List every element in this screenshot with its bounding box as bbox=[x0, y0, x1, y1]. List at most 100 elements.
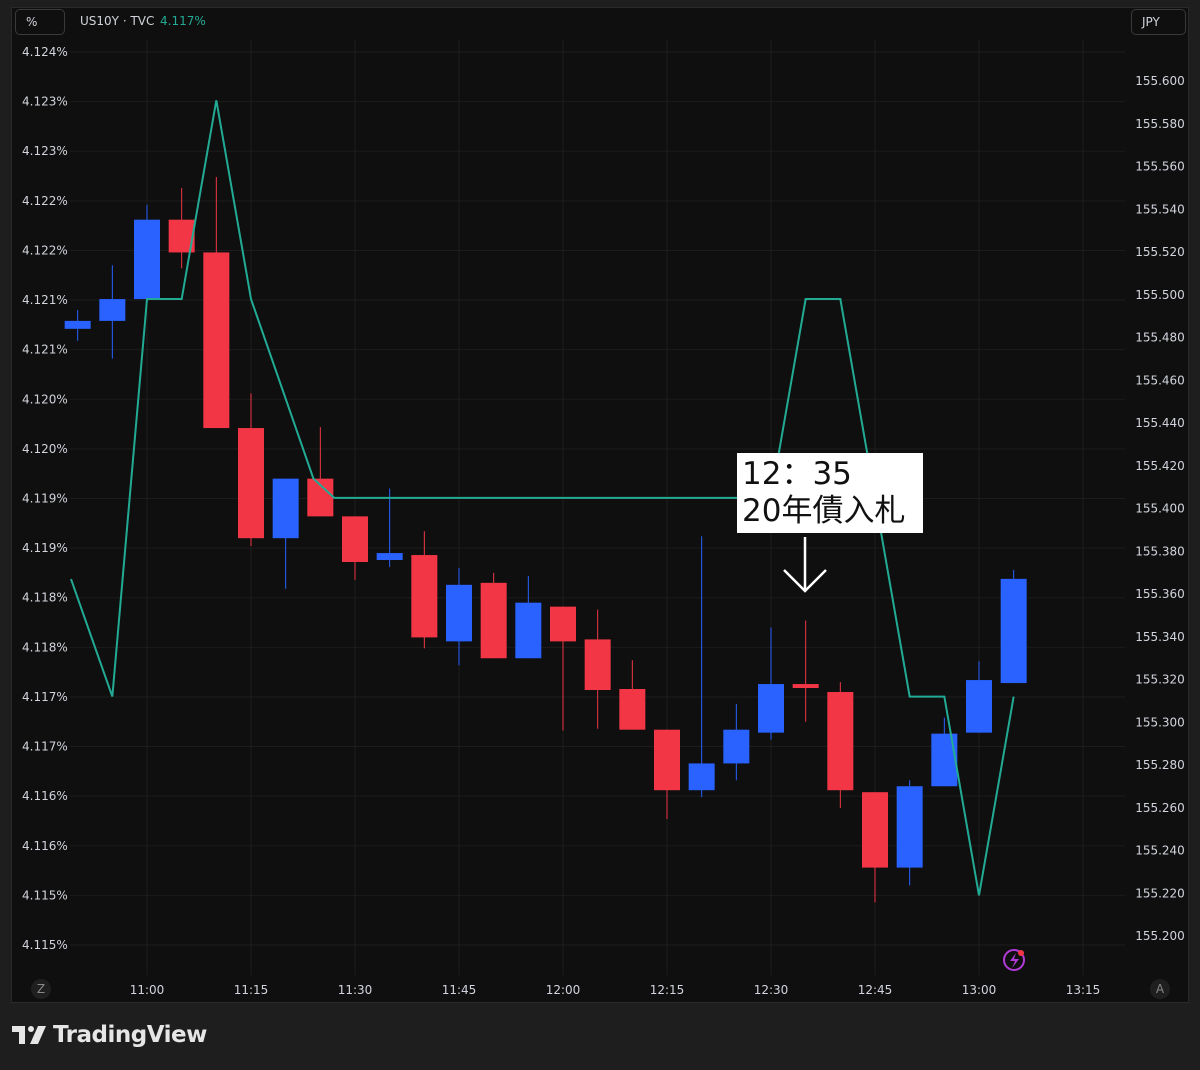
candle bbox=[550, 606, 576, 731]
candle bbox=[827, 682, 854, 809]
left-axis-tick: 4.122% bbox=[22, 243, 68, 257]
candle-body bbox=[411, 555, 438, 638]
tradingview-logo-icon bbox=[12, 1026, 46, 1044]
left-axis-tick: 4.121% bbox=[22, 343, 68, 357]
right-axis-tick: 155.360 bbox=[1135, 587, 1185, 601]
right-axis-tick: 155.580 bbox=[1135, 117, 1185, 131]
candle bbox=[723, 703, 750, 781]
annotation-box: 12：35 20年債入札 bbox=[737, 453, 923, 533]
left-axis-tick: 4.119% bbox=[22, 492, 68, 506]
candle bbox=[203, 177, 230, 429]
candle-body bbox=[480, 582, 507, 659]
right-axis-tick: 155.600 bbox=[1135, 74, 1185, 88]
right-axis-tick: 155.420 bbox=[1135, 459, 1185, 473]
left-axis-tick: 4.116% bbox=[22, 839, 68, 853]
axis-a-label: A bbox=[1156, 982, 1165, 996]
candle-body bbox=[584, 639, 611, 690]
x-axis-tick: 11:45 bbox=[442, 983, 477, 997]
right-axis-tick: 155.440 bbox=[1135, 416, 1185, 430]
left-axis-tick: 4.120% bbox=[22, 392, 68, 406]
right-axis-tick: 155.220 bbox=[1135, 886, 1185, 900]
right-axis-tick: 155.380 bbox=[1135, 544, 1185, 558]
candle bbox=[446, 567, 472, 666]
right-axis-tick: 155.540 bbox=[1135, 202, 1185, 216]
candle-body bbox=[688, 763, 715, 791]
candle bbox=[862, 792, 888, 903]
candle bbox=[896, 780, 923, 886]
x-axis-tick: 13:15 bbox=[1066, 983, 1101, 997]
right-axis-tick: 155.460 bbox=[1135, 373, 1185, 387]
brand-name: TradingView bbox=[53, 1022, 207, 1048]
right-axis-tick: 155.260 bbox=[1135, 801, 1185, 815]
candle-body bbox=[550, 606, 576, 642]
candle bbox=[376, 488, 403, 567]
left-axis-tick: 4.117% bbox=[22, 690, 68, 704]
right-axis-tick: 155.480 bbox=[1135, 331, 1185, 345]
left-axis-tick: 4.115% bbox=[22, 888, 68, 902]
candle bbox=[134, 204, 160, 301]
notification-dot bbox=[1018, 950, 1024, 956]
candle bbox=[272, 478, 299, 589]
candle bbox=[584, 609, 611, 729]
candle bbox=[515, 575, 542, 659]
right-axis-tick: 155.400 bbox=[1135, 502, 1185, 516]
left-axis-tick: 4.124% bbox=[22, 45, 68, 59]
candle bbox=[342, 516, 368, 580]
candle bbox=[792, 620, 819, 722]
tradingview-logo: TradingView bbox=[12, 1022, 207, 1048]
candle-body bbox=[99, 299, 126, 321]
candle bbox=[99, 265, 126, 359]
x-axis-tick: 12:30 bbox=[754, 983, 789, 997]
candle bbox=[688, 536, 715, 798]
right-axis-tick: 155.340 bbox=[1135, 630, 1185, 644]
x-axis-tick: 12:15 bbox=[650, 983, 685, 997]
right-axis-tick: 155.300 bbox=[1135, 715, 1185, 729]
x-axis-tick: 12:00 bbox=[546, 983, 581, 997]
chart-canvas[interactable]: 4.124% 4.123% 4.123% 4.122% 4.122% 4.121% 4.12… bbox=[0, 0, 1200, 1070]
left-axis-tick: 4.122% bbox=[22, 194, 68, 208]
right-axis-tick: 155.500 bbox=[1135, 288, 1185, 302]
candle-body bbox=[931, 733, 958, 787]
left-unit-button[interactable]: % bbox=[15, 9, 65, 35]
candle bbox=[411, 531, 438, 649]
candle bbox=[1000, 569, 1027, 684]
candle-body bbox=[272, 478, 299, 539]
candle-body bbox=[238, 428, 264, 539]
candle bbox=[966, 661, 992, 733]
left-axis-tick: 4.118% bbox=[22, 591, 68, 605]
candle-body bbox=[896, 786, 923, 868]
annotation-time: 12：35 bbox=[742, 456, 852, 492]
x-axis-tick: 13:00 bbox=[962, 983, 997, 997]
candle bbox=[654, 729, 680, 819]
left-axis-tick: 4.123% bbox=[22, 144, 68, 158]
candle-body bbox=[515, 602, 542, 659]
right-axis-tick: 155.560 bbox=[1135, 160, 1185, 174]
right-axis-tick: 155.200 bbox=[1135, 929, 1185, 943]
candle bbox=[619, 660, 646, 730]
candle bbox=[238, 393, 264, 547]
candle-body bbox=[792, 684, 819, 689]
candle bbox=[168, 187, 195, 269]
lightning-bolt bbox=[1010, 953, 1019, 968]
candle-body bbox=[134, 219, 160, 300]
lightning-icon[interactable] bbox=[1003, 949, 1025, 971]
candle-body bbox=[966, 680, 992, 733]
candle-body bbox=[619, 689, 646, 730]
candle-body bbox=[1000, 578, 1027, 684]
symbol-label: US10Y · TVC bbox=[80, 14, 155, 28]
right-axis-tick: 155.280 bbox=[1135, 758, 1185, 772]
x-axis-tick: 11:30 bbox=[338, 983, 373, 997]
candle-body bbox=[758, 684, 784, 733]
right-unit-button[interactable]: JPY bbox=[1131, 9, 1186, 35]
annotation-text: 20年債入札 bbox=[742, 493, 906, 529]
candle bbox=[758, 627, 784, 740]
right-axis-tick: 155.320 bbox=[1135, 673, 1185, 687]
candle bbox=[480, 572, 507, 659]
candle-body bbox=[723, 729, 750, 764]
candle-body bbox=[446, 584, 472, 642]
candle-body bbox=[342, 516, 368, 563]
right-axis-tick: 155.240 bbox=[1135, 844, 1185, 858]
left-axis-tick: 4.118% bbox=[22, 640, 68, 654]
x-axis-tick: 11:15 bbox=[234, 983, 269, 997]
candle-body bbox=[827, 691, 854, 791]
